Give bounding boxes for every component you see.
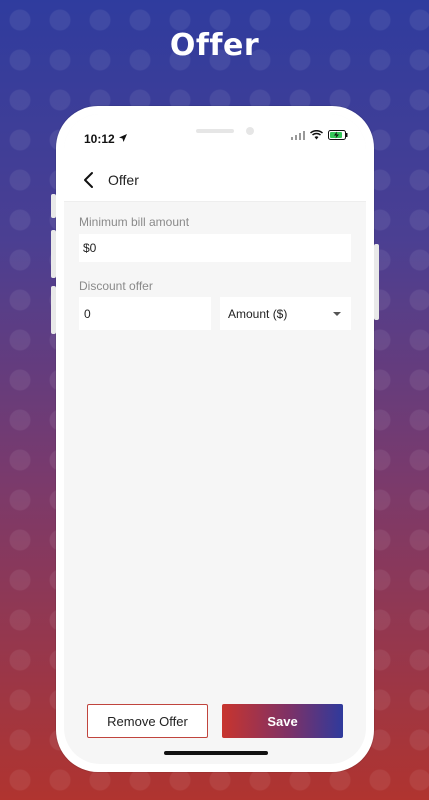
chevron-left-icon[interactable]	[78, 169, 100, 191]
status-time: 10:12	[84, 132, 115, 146]
location-arrow-icon	[119, 134, 127, 142]
phone-power-button	[374, 244, 379, 320]
signal-icon	[291, 130, 305, 140]
app-screen: 10:12 Offer Minimum bill amount $0 Disco…	[64, 114, 366, 764]
speaker-grille	[196, 129, 234, 133]
phone-volume-down	[51, 286, 56, 334]
phone-side-button	[51, 194, 56, 218]
wifi-icon	[310, 130, 323, 140]
min-bill-label: Minimum bill amount	[79, 215, 190, 229]
status-icons	[291, 130, 348, 140]
home-indicator	[164, 751, 268, 755]
min-bill-input[interactable]	[79, 234, 351, 262]
caret-down-icon	[333, 311, 341, 316]
save-button[interactable]: Save	[222, 704, 343, 738]
discount-label: Discount offer	[79, 279, 153, 293]
discount-value-input[interactable]	[79, 297, 211, 330]
remove-offer-button[interactable]: Remove Offer	[87, 704, 208, 738]
battery-charging-icon	[328, 130, 348, 140]
nav-bar: Offer	[64, 158, 366, 202]
phone-volume-up	[51, 230, 56, 278]
status-bar: 10:12	[64, 114, 366, 158]
promo-headline: Offer	[169, 28, 260, 63]
phone-frame: 10:12 Offer Minimum bill amount $0 Disco…	[51, 106, 379, 772]
discount-type-selected: Amount ($)	[228, 306, 288, 321]
page-title: Offer	[108, 172, 139, 188]
discount-type-select[interactable]: Amount ($)	[220, 297, 351, 330]
front-camera	[246, 127, 254, 135]
